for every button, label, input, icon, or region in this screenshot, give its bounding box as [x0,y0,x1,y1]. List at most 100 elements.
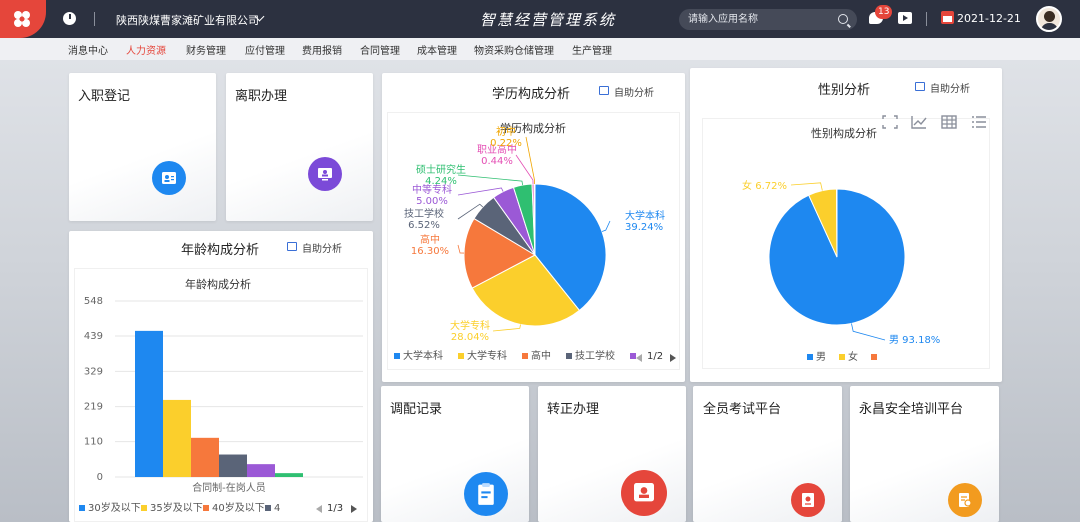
legend-swatch [839,354,845,360]
tile-title: 全员考试平台 [703,402,782,417]
nav-item-contract[interactable]: 合同管理 [360,42,400,57]
nav-item-procurement[interactable]: 物资采购仓储管理 [474,42,554,57]
nav-item-hr[interactable]: 人力资源 [126,42,166,57]
panel-header: 年龄构成分析 [181,243,260,258]
top-bar: 陕西陕煤曹家滩矿业有限公司 智慧经营管理系统 13 2021-12-21 [0,0,1080,38]
legend-swatch [394,353,400,359]
label-leader-line [492,324,521,332]
clock-icon[interactable] [63,12,76,25]
legend-swatch [522,353,528,359]
table-icon[interactable] [940,114,958,130]
slice-label: 大学专科 28.04% [450,319,490,343]
legend-next-arrow [351,505,357,513]
message-count-badge: 13 [875,5,893,19]
self-analysis-link[interactable]: 自助分析 [302,240,342,255]
chart-card: 学历构成分析 大学本科 39.24% 大学专科 28.04% 高中 16.30% 技工学校 6… [387,112,680,370]
legend-label: 大学专科 [467,349,507,362]
user-avatar[interactable] [1036,6,1062,32]
legend-swatch [141,505,147,511]
line-chart-icon[interactable] [910,114,928,130]
analysis-icon[interactable] [915,82,925,91]
nav-item-finance[interactable]: 财务管理 [186,42,226,57]
slice-label: 大学本科 39.24% [625,209,665,233]
bar [219,454,247,477]
tile-exam[interactable]: 全员考试平台 [693,386,842,522]
label-leader-line [525,136,535,185]
legend-next-arrow [670,354,676,362]
tile-resign[interactable]: 离职办理 [226,73,373,221]
chart-card: 年龄构成分析 0 110 219 329 439 548 合同制-在岗人员 30岁及以下 35岁… [74,268,368,522]
tile-title: 入职登记 [78,89,131,104]
legend-swatch [203,505,209,511]
system-title: 智慧经营管理系统 [480,11,617,29]
document-seal-icon [948,483,982,517]
tile-regularize[interactable]: 转正办理 [538,386,686,522]
slice-label: 女 6.72% [742,179,787,192]
legend-swatch [458,353,464,359]
app-logo[interactable] [0,0,46,38]
nav-item-messages[interactable]: 消息中心 [68,42,108,57]
nav-item-expense[interactable]: 费用报销 [302,42,342,57]
y-tick-label: 219 [84,402,103,413]
fullscreen-icon[interactable] [881,114,899,130]
age-bar-chart: 0 110 219 329 439 548 合同制-在岗人员 30岁及以下 35岁及以下 40岁及… [79,296,363,514]
legend-prev-arrow [316,505,322,513]
label-leader-line [457,244,465,254]
legend-swatch [630,353,636,359]
bar [275,473,303,477]
legend-page: 1/2 [647,351,663,362]
chart-card: 性别构成分析 男 93.18% 女 6.72% 男女 [702,118,990,369]
legend-prev-arrow [636,354,642,362]
search-icon[interactable] [838,14,848,24]
label-leader-line [851,323,886,341]
nav-item-cost[interactable]: 成本管理 [417,42,457,57]
tile-safety-training[interactable]: 永昌安全培训平台 [850,386,999,522]
app-search[interactable] [679,9,857,30]
tile-transfer[interactable]: 调配记录 [381,386,529,522]
tile-title: 转正办理 [547,402,600,417]
legend-swatch [807,354,813,360]
list-icon[interactable] [970,114,988,130]
label-leader-line [601,220,611,232]
legend-label: 30岁及以下 [88,501,141,514]
label-leader-line [790,182,823,191]
slice-label: 初中 0.22% [490,125,522,149]
bar [163,399,191,477]
analysis-icon[interactable] [599,86,609,95]
module-nav: 消息中心 人力资源 财务管理 应付管理 费用报销 合同管理 成本管理 物资采购仓… [0,38,1080,60]
nav-item-payables[interactable]: 应付管理 [245,42,285,57]
y-tick-label: 0 [97,472,103,483]
slice-label: 技工学校 6.52% [404,207,444,231]
label-leader-line [457,174,524,186]
id-card-icon [152,161,186,195]
slice-label: 男 93.18% [889,334,940,346]
slice-label: 高中 16.30% [411,233,449,257]
legend-label: 4 [274,503,280,514]
bar [247,464,275,477]
clipboard-icon [464,472,508,516]
company-selector[interactable]: 陕西陕煤曹家滩矿业有限公司 [116,12,259,28]
x-axis-label: 合同制-在岗人员 [192,481,266,494]
divider [94,12,95,26]
education-analysis-panel: 学历构成分析 自助分析 学历构成分析 大学本科 39.24% 大学专科 28.04% 高… [382,73,685,382]
nav-item-production[interactable]: 生产管理 [572,42,612,57]
tile-title: 调配记录 [390,402,443,417]
legend-label: 35岁及以下 [150,501,203,514]
legend-swatch [79,505,85,511]
legend-label: 技工学校 [575,349,615,362]
y-tick-label: 548 [84,296,103,307]
legend-swatch [265,505,271,511]
tile-onboard[interactable]: 入职登记 [69,73,216,221]
y-tick-label: 110 [84,437,103,448]
bar [135,330,163,477]
search-input[interactable] [688,12,828,27]
legend-label: 40岁及以下 [212,501,265,514]
legend-label: 大学本科 [403,349,443,362]
self-analysis-link[interactable]: 自助分析 [930,80,970,95]
slice-label: 硕士研究生 4.24% [416,163,466,187]
divider [926,12,927,26]
self-analysis-link[interactable]: 自助分析 [614,84,654,99]
video-icon[interactable] [898,12,912,24]
analysis-icon[interactable] [287,242,297,251]
bar [191,437,219,477]
